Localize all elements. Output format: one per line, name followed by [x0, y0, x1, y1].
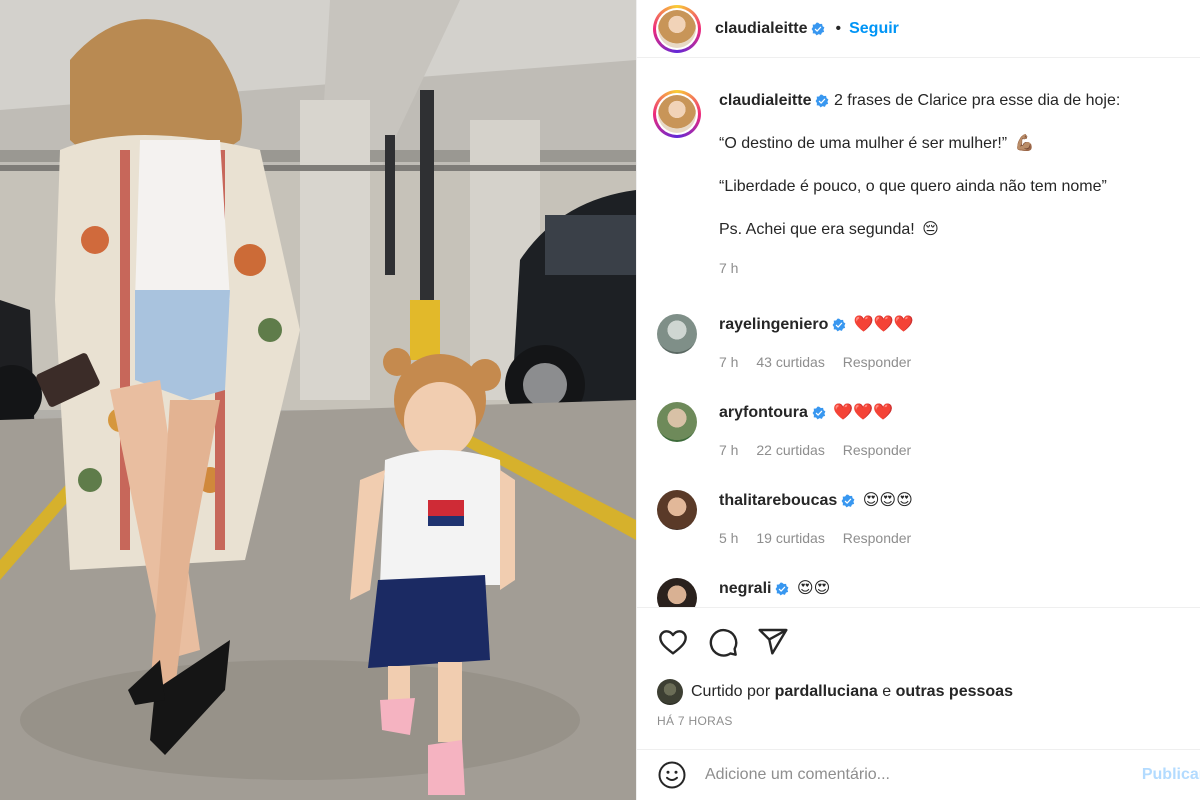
- comment-likes[interactable]: 43 curtidas: [756, 354, 824, 370]
- commenter-avatar[interactable]: [657, 314, 697, 354]
- comment-text: 😍😍😍: [862, 492, 913, 509]
- comments-list[interactable]: claudialeitte 2 frases de Clarice pra es…: [637, 67, 1200, 607]
- comment-text: ❤️❤️❤️: [853, 316, 914, 333]
- reply-button[interactable]: Responder: [843, 354, 912, 370]
- commenter-avatar[interactable]: [657, 402, 697, 442]
- commenter-username[interactable]: thalitareboucas: [719, 492, 837, 509]
- post-caption: claudialeitte 2 frases de Clarice pra es…: [653, 90, 1193, 279]
- comment-item: rayelingeniero ❤️❤️❤️ 7 h 43 curtidas Re…: [657, 314, 1187, 370]
- caption-line-3: “Liberdade é pouco, o que quero ainda nã…: [719, 178, 1107, 196]
- commenter-username[interactable]: negrali: [719, 580, 771, 597]
- add-comment-bar: Publicar: [637, 749, 1200, 800]
- caption-first-line: 2 frases de Clarice pra esse dia de hoje…: [833, 92, 1121, 109]
- flexed-biceps-emoji: 💪🏽: [1014, 135, 1035, 152]
- follow-separator: •: [835, 19, 842, 37]
- post-photo[interactable]: [0, 0, 636, 800]
- post-details-panel: claudialeitte • Seguir claudialeitte 2 f…: [636, 0, 1200, 800]
- pensive-face-emoji: 😔: [922, 221, 939, 239]
- caption-time[interactable]: 7 h: [719, 257, 1193, 279]
- liked-by-others[interactable]: outras pessoas: [896, 683, 1013, 701]
- verified-badge-icon: [841, 494, 855, 508]
- action-bar: [657, 626, 789, 658]
- share-icon[interactable]: [757, 626, 789, 658]
- post-header: claudialeitte • Seguir: [637, 0, 1200, 58]
- author-username[interactable]: claudialeitte: [715, 20, 807, 38]
- commenter-username[interactable]: rayelingeniero: [719, 316, 828, 333]
- post-time-ago[interactable]: HÁ 7 HORAS: [657, 714, 733, 728]
- comment-icon[interactable]: [707, 626, 739, 658]
- comment-time[interactable]: 7 h: [719, 442, 738, 458]
- post-actions-section: Curtido por pardalluciana e outras pesso…: [637, 607, 1200, 749]
- publish-button[interactable]: Publicar: [1142, 766, 1200, 784]
- caption-line-4: Ps. Achei que era segunda!: [719, 221, 915, 239]
- verified-badge-icon: [812, 406, 826, 420]
- verified-badge-icon: [832, 318, 846, 332]
- comment-input[interactable]: [705, 766, 1145, 784]
- comment-time[interactable]: 5 h: [719, 530, 738, 546]
- caption-author-avatar[interactable]: [653, 90, 701, 138]
- liked-by-conjunction: e: [882, 683, 892, 700]
- comment-item: thalitareboucas 😍😍😍 5 h 19 curtidas Resp…: [657, 490, 1187, 546]
- post-photo-illustration: [0, 0, 636, 800]
- comment-time[interactable]: 7 h: [719, 354, 738, 370]
- verified-badge-icon: [776, 582, 789, 596]
- commenter-avatar[interactable]: [657, 490, 697, 530]
- comment-likes[interactable]: 22 curtidas: [756, 442, 824, 458]
- liked-by-user[interactable]: pardalluciana: [775, 683, 878, 701]
- caption-username[interactable]: claudialeitte: [719, 92, 811, 109]
- follow-button[interactable]: Seguir: [849, 20, 899, 38]
- comment-text: 😍😍: [796, 580, 831, 597]
- comment-likes[interactable]: 19 curtidas: [756, 530, 824, 546]
- smiley-icon[interactable]: [657, 760, 687, 790]
- comment-item: aryfontoura ❤️❤️❤️ 7 h 22 curtidas Respo…: [657, 402, 1187, 458]
- author-avatar[interactable]: [653, 4, 701, 53]
- liked-by-prefix: Curtido por: [691, 683, 771, 700]
- verified-badge-icon: [816, 94, 829, 108]
- heart-icon[interactable]: [657, 626, 689, 658]
- commenter-username[interactable]: aryfontoura: [719, 404, 808, 421]
- verified-badge-icon: [812, 22, 825, 35]
- reply-button[interactable]: Responder: [843, 530, 912, 546]
- caption-line-2: “O destino de uma mulher é ser mulher!”: [719, 135, 1008, 153]
- comment-text: ❤️❤️❤️: [833, 404, 894, 421]
- comment-item: negrali 😍😍: [657, 578, 1187, 607]
- liked-by: Curtido por pardalluciana e outras pesso…: [657, 679, 1013, 705]
- reply-button[interactable]: Responder: [843, 442, 912, 458]
- liked-by-avatar[interactable]: [657, 679, 683, 705]
- commenter-avatar[interactable]: [657, 578, 697, 607]
